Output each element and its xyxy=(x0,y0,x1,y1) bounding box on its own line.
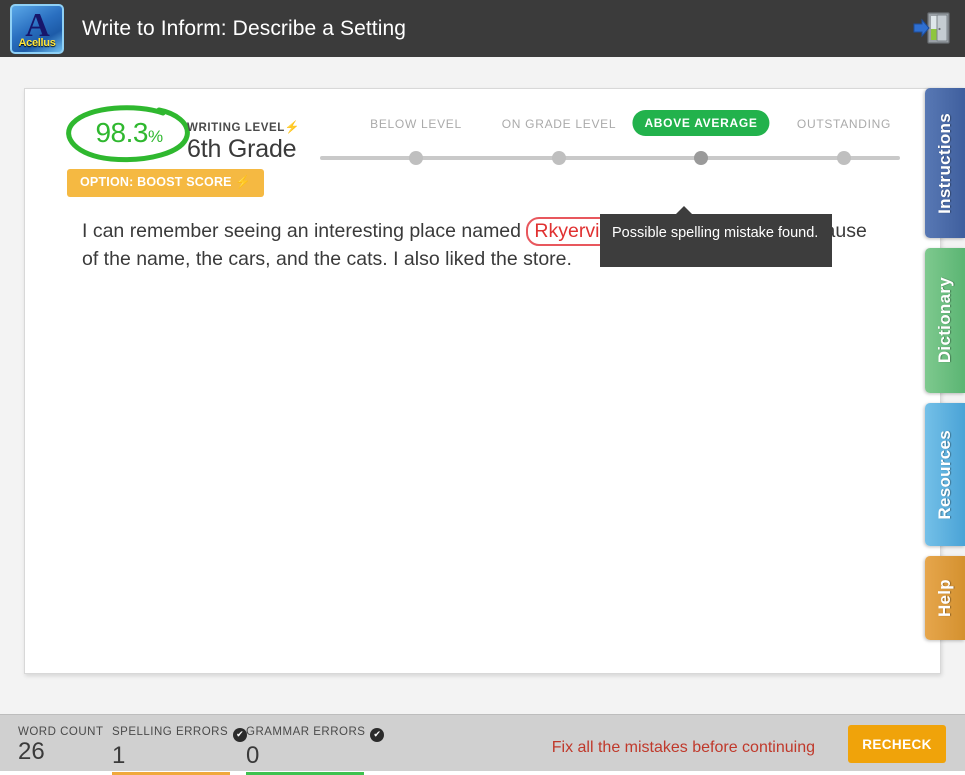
progress-dot-above-average xyxy=(694,151,708,165)
writing-card: 98.3% OPTION: BOOST SCORE ⚡ WRITING LEVE… xyxy=(24,88,941,674)
level-label-on-grade[interactable]: ON GRADE LEVEL xyxy=(502,117,617,131)
tooltip-text: Possible spelling mistake found. xyxy=(612,225,819,241)
writing-level-grade: 6th Grade xyxy=(187,135,297,163)
side-tab-instructions-label: Instructions xyxy=(935,112,954,214)
grammar-errors-value: 0 xyxy=(246,742,260,769)
score-percent-symbol: % xyxy=(147,127,163,146)
word-count-label: WORD COUNT xyxy=(18,726,104,738)
grammar-errors-text: GRAMMAR ERRORS xyxy=(246,726,366,738)
level-label-below[interactable]: BELOW LEVEL xyxy=(370,117,462,131)
boost-score-label: OPTION: BOOST SCORE xyxy=(80,175,232,189)
status-bar: WORD COUNT 26 SPELLING ERRORS ✔ 1 GRAMMAR… xyxy=(0,714,965,775)
exit-door-icon[interactable] xyxy=(912,9,952,47)
side-tab-resources-label: Resources xyxy=(935,429,954,520)
spelling-errors-label: SPELLING ERRORS ✔ xyxy=(112,726,248,742)
side-tab-rail: Instructions Dictionary Resources Help xyxy=(925,88,965,650)
boost-score-button[interactable]: OPTION: BOOST SCORE ⚡ xyxy=(67,169,265,197)
writing-level-label: WRITING LEVEL⚡ xyxy=(187,120,300,134)
essay-part-1: I can remember seeing an interesting pla… xyxy=(82,220,527,242)
score-gauge: 98.3% xyxy=(59,103,199,165)
spelling-errors-value: 1 xyxy=(112,742,126,769)
page-body: 98.3% OPTION: BOOST SCORE ⚡ WRITING LEVE… xyxy=(0,57,965,714)
score-value: 98.3% xyxy=(59,117,199,149)
check-icon: ✔ xyxy=(370,728,385,742)
progress-dot-on-grade xyxy=(552,151,566,165)
acellus-logo: A Acellus xyxy=(10,3,64,54)
side-tab-dictionary-label: Dictionary xyxy=(935,277,954,364)
side-tab-help-label: Help xyxy=(935,578,954,618)
grammar-errors-stat: GRAMMAR ERRORS ✔ 0 xyxy=(246,726,385,775)
bolt-icon: ⚡ xyxy=(284,120,301,134)
page-title: Write to Inform: Describe a Setting xyxy=(82,16,407,40)
level-progress: BELOW LEVEL ON GRADE LEVEL ABOVE AVERAGE… xyxy=(320,110,900,177)
level-label-above-average[interactable]: ABOVE AVERAGE xyxy=(632,110,770,136)
side-tab-instructions[interactable]: Instructions xyxy=(925,88,965,238)
app-header: A Acellus Write to Inform: Describe a Se… xyxy=(0,0,965,57)
side-tab-help[interactable]: Help xyxy=(925,556,965,640)
logo-wordmark: Acellus xyxy=(18,36,56,49)
side-tab-dictionary[interactable]: Dictionary xyxy=(925,248,965,393)
tooltip-arrow xyxy=(675,206,693,215)
writing-level-block: WRITING LEVEL⚡ 6th Grade xyxy=(187,120,300,164)
progress-dot-outstanding xyxy=(837,151,851,165)
writing-level-text: WRITING LEVEL xyxy=(187,122,285,134)
spelling-errors-text: SPELLING ERRORS xyxy=(112,726,229,738)
progress-track xyxy=(320,156,900,160)
word-count-stat: WORD COUNT 26 xyxy=(18,726,104,766)
warning-message: Fix all the mistakes before continuing xyxy=(551,739,815,756)
bolt-icon: ⚡ xyxy=(235,175,252,189)
progress-dot-below xyxy=(409,151,423,165)
level-label-outstanding[interactable]: OUTSTANDING xyxy=(797,117,891,131)
grammar-errors-label: GRAMMAR ERRORS ✔ xyxy=(246,726,385,742)
score-number: 98.3 xyxy=(95,117,148,148)
side-tab-resources[interactable]: Resources xyxy=(925,403,965,546)
spelling-errors-stat: SPELLING ERRORS ✔ 1 xyxy=(112,726,248,775)
spelling-tooltip: Possible spelling mistake found. xyxy=(600,206,832,267)
recheck-button[interactable]: RECHECK xyxy=(848,725,946,763)
word-count-value: 26 xyxy=(18,738,45,765)
